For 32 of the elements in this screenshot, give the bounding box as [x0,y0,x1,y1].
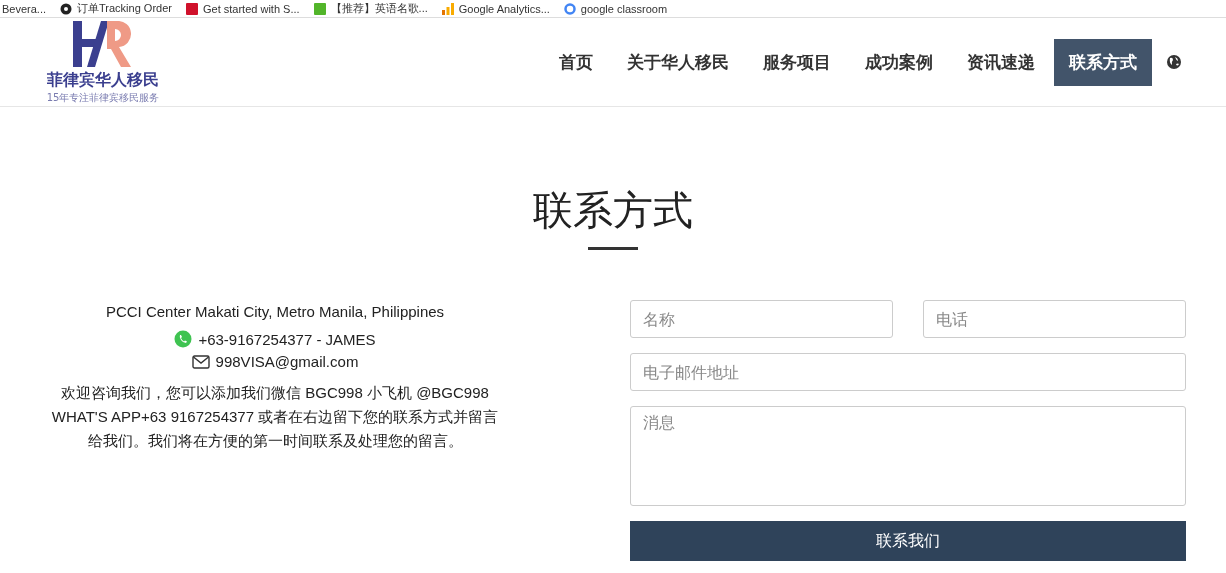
nav-link[interactable]: 服务项目 [748,38,846,86]
square-icon [313,2,326,15]
globe-icon[interactable] [1166,54,1182,70]
address-text: PCCI Center Makati City, Metro Manila, Philippines [105,303,445,320]
bookmark-link[interactable]: 【推荐】英语名歌... [313,1,428,16]
ring-icon [563,2,576,15]
email-text: 998VISA@gmail.com [215,353,359,370]
nav-link[interactable]: 关于华人移民 [612,38,744,86]
logo-tagline: 15年专注菲律宾移民服务 [46,92,160,103]
square-icon [186,2,198,15]
contact-message: 欢迎咨询我们，您可以添加我们微信 BGC998 小飞机 @BGC998 WHAT'S APP+63 9167254377 或者在右边留下您的联系方式并留言给我们。我们将在方便的第一时间联系及处理您的留言。 [50,383,500,451]
mail-icon [191,354,210,369]
nav-link[interactable]: 资讯速递 [952,38,1050,86]
nav-link[interactable]: 联系方式 [1054,38,1152,86]
bookmark-link[interactable]: 订单Tracking Order [60,1,172,16]
page-title: 联系方式 [533,186,693,235]
bookmark-link[interactable]: Get started with S... [186,2,300,15]
bookmark-link[interactable]: Google Analytics... [441,2,550,15]
bar-chart-icon [441,2,454,15]
bookmark-link[interactable]: Bevera... [2,2,47,15]
logo-name: 菲律宾华人移民 [47,70,159,91]
phone-field[interactable]: 电话 [923,300,1186,338]
submit-button[interactable]: 联系我们 [630,521,1186,561]
name-field[interactable]: 名称 [630,300,893,338]
nav-link[interactable]: 首页 [544,38,608,86]
logo[interactable]: 菲律宾华人移民 15年专注菲律宾移民服务 [42,21,164,103]
message-field[interactable]: 消息 [630,406,1186,506]
whatsapp-icon [174,330,193,348]
bookmark-link[interactable]: google classroom [563,2,668,15]
email-field[interactable]: 电子邮件地址 [630,353,1186,391]
phone-text: +63-9167254377 - JAMES [198,330,376,348]
nav-link[interactable]: 成功案例 [850,38,948,86]
